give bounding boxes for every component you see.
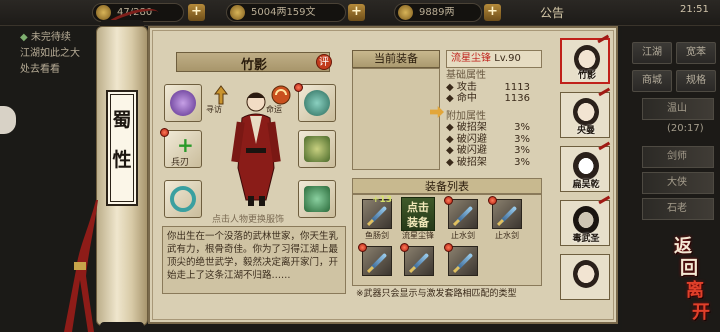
weapon-item-label: 止水剑: [495, 231, 519, 240]
quest-line-2: 处去看看: [20, 64, 60, 75]
stat-row: ◆ 破招架 3%: [446, 122, 530, 133]
character-face-icon: [573, 152, 599, 180]
side-button[interactable]: 江湖: [632, 42, 672, 64]
current-equip-title: 当前装备: [352, 50, 440, 68]
side-button[interactable]: 规格: [676, 70, 716, 92]
weapon-item-label: 止水剑: [451, 231, 475, 240]
stat-row: ◆ 破闪避 3%: [446, 133, 530, 145]
side-list-item[interactable]: 剑师: [642, 146, 714, 168]
sect-label: 蜀 性: [106, 90, 138, 206]
add-weapon-icon: +: [177, 133, 194, 157]
weapon-name: 流星尘锋: [451, 53, 491, 64]
purple-charm-icon: [170, 90, 196, 116]
armor-icon: [304, 136, 330, 162]
roster-portrait[interactable]: 扁吴乾: [560, 141, 614, 192]
character-name-bar: 竹影: [176, 52, 330, 73]
weapon-alert-dot: [358, 243, 367, 252]
weapon-slot-label: 兵刃: [171, 158, 190, 168]
scroll-cap-bottom: [100, 322, 144, 332]
side-list-item[interactable]: 大侠: [642, 172, 714, 194]
weapon-level: Lv.90: [494, 53, 521, 64]
gold-pill: 9889两: [394, 3, 482, 22]
helmet-icon: [304, 90, 330, 116]
character-face-icon: [573, 260, 599, 288]
character-bio: 你出生在一个没落的武林世家，你天生乳武有力，根骨奇佳。你为了习得江湖上最顶尖的绝…: [162, 226, 346, 294]
equip-button[interactable]: 点击 装备: [401, 197, 435, 231]
quest-title: 未完待续: [30, 32, 71, 43]
hat-slot[interactable]: [298, 84, 336, 122]
notice-button[interactable]: 公告: [540, 4, 564, 21]
quest-line-1: 江湖如此之大: [20, 48, 80, 59]
roster-portrait[interactable]: 竹影: [560, 34, 613, 84]
seek-label: 寻访: [206, 105, 222, 114]
character-face-icon: [573, 206, 599, 234]
weapon-name-bar: 流星尘锋 Lv.90: [446, 50, 542, 68]
equip-list-title: 装备列表: [352, 178, 542, 194]
side-toggle-button[interactable]: [0, 106, 16, 134]
jade-ring-icon: [170, 186, 196, 212]
enhance-badge: +13: [372, 195, 393, 205]
character-portrait[interactable]: [228, 88, 284, 206]
stat-row: ◆ 命中 1136: [446, 93, 530, 104]
stat-row: ◆ 破招架 3%: [446, 156, 530, 168]
weapon-alert-dot: [400, 243, 409, 252]
equip-footnote: ※武器只会显示与激发套路相匹配的类型: [356, 289, 517, 299]
character-name: 竹影: [240, 58, 267, 73]
extra-attr-title: 附加属性: [446, 110, 486, 122]
weapon-alert-dot: [488, 196, 497, 205]
evaluate-button[interactable]: 评: [316, 54, 332, 70]
hat-alert-dot: [294, 83, 303, 92]
side-list-item[interactable]: 温山 (20:17): [642, 98, 714, 134]
coin-icon: [230, 5, 245, 20]
stat-row: ◆ 攻击 1113: [446, 81, 530, 93]
weapon-item[interactable]: [448, 199, 478, 229]
weapon-stats: 基础属性 ◆ 攻击 1113 ◆ 命中 1136 附加属性 ◆ 破招架 3% ◆ 破闪…: [446, 70, 542, 168]
weapon-item[interactable]: [492, 199, 522, 229]
weapon-alert-dot: [444, 243, 453, 252]
boots-slot[interactable]: [298, 180, 336, 218]
base-attr-title: 基础属性: [446, 70, 486, 81]
quest-diamond-icon: ◆: [20, 32, 28, 43]
ring-slot[interactable]: [164, 180, 202, 218]
clock: 21:51: [680, 4, 709, 15]
weapon-slot[interactable]: + 兵刃: [164, 130, 202, 168]
weapon-item[interactable]: [448, 246, 478, 276]
weapon-alert-dot: [444, 196, 453, 205]
character-face-icon: [573, 98, 599, 126]
side-button[interactable]: 宽苯: [676, 42, 716, 64]
add-gold-button[interactable]: +: [484, 4, 501, 21]
stat-row: ◆ 破闪避 3%: [446, 145, 530, 156]
weapon-alert-dot: [160, 128, 169, 137]
return-button[interactable]: 返 回 离 开: [674, 236, 718, 326]
current-equip-box: [352, 68, 440, 170]
roster-portrait[interactable]: 央曼: [560, 87, 614, 138]
weapon-item-label: 鱼肠剑: [365, 231, 389, 240]
change-outfit-hint: 点击人物更换服饰: [212, 215, 285, 225]
quest-panel[interactable]: ◆ 未完待续 江湖如此之大 处去看看: [20, 30, 106, 106]
armor-slot[interactable]: [298, 130, 336, 168]
tassel-icon: [64, 200, 98, 332]
add-money-button[interactable]: +: [348, 4, 365, 21]
boots-icon: [304, 186, 330, 212]
money-pill: 5004两159文: [226, 3, 346, 22]
accessory-slot[interactable]: [164, 84, 202, 122]
roster-portrait[interactable]: [560, 254, 610, 300]
side-list-item[interactable]: 石老: [642, 198, 714, 220]
weapon-item[interactable]: [362, 246, 392, 276]
add-stamina-button[interactable]: +: [188, 4, 205, 21]
gold-icon: [398, 5, 413, 20]
weapon-item-label: 流星尘锋: [402, 231, 434, 240]
roster-portrait[interactable]: 毒武圣: [560, 195, 614, 246]
side-button[interactable]: 商城: [632, 70, 672, 92]
weapon-item[interactable]: [404, 246, 434, 276]
stamina-icon: [96, 5, 111, 20]
